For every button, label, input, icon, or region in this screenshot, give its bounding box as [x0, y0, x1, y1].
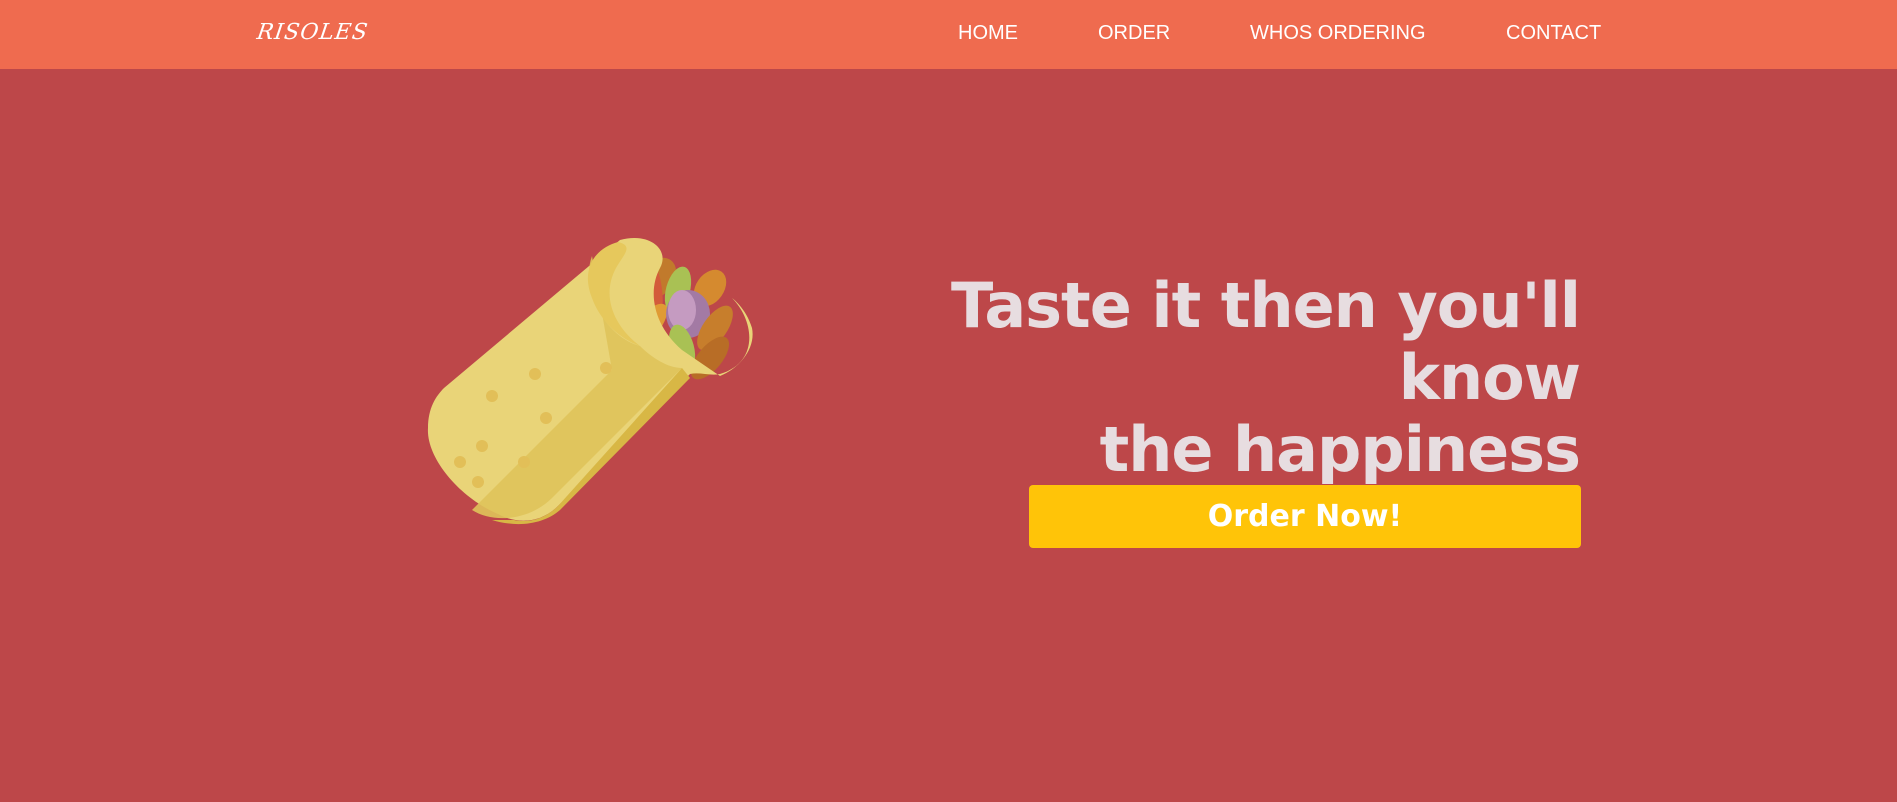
nav-item-whos-ordering[interactable]: WHOS ORDERING	[1250, 22, 1426, 48]
headline-line-1: Taste it then you'll	[951, 268, 1581, 342]
brand-logo[interactable]: RISOLES	[255, 20, 370, 45]
order-now-button[interactable]: Order Now!	[1029, 485, 1581, 548]
hero-headline: Taste it then you'll know the happiness	[820, 268, 1581, 486]
top-navigation-bar: RISOLES HOME ORDER WHOS ORDERING CONTACT	[0, 0, 1897, 69]
nav-item-contact[interactable]: CONTACT	[1506, 22, 1601, 48]
burrito-illustration	[427, 238, 753, 525]
headline-line-3: the happiness	[1099, 412, 1581, 486]
nav-item-order[interactable]: ORDER	[1098, 22, 1170, 48]
nav-item-home[interactable]: HOME	[958, 22, 1018, 48]
headline-line-2: know	[1398, 340, 1581, 414]
